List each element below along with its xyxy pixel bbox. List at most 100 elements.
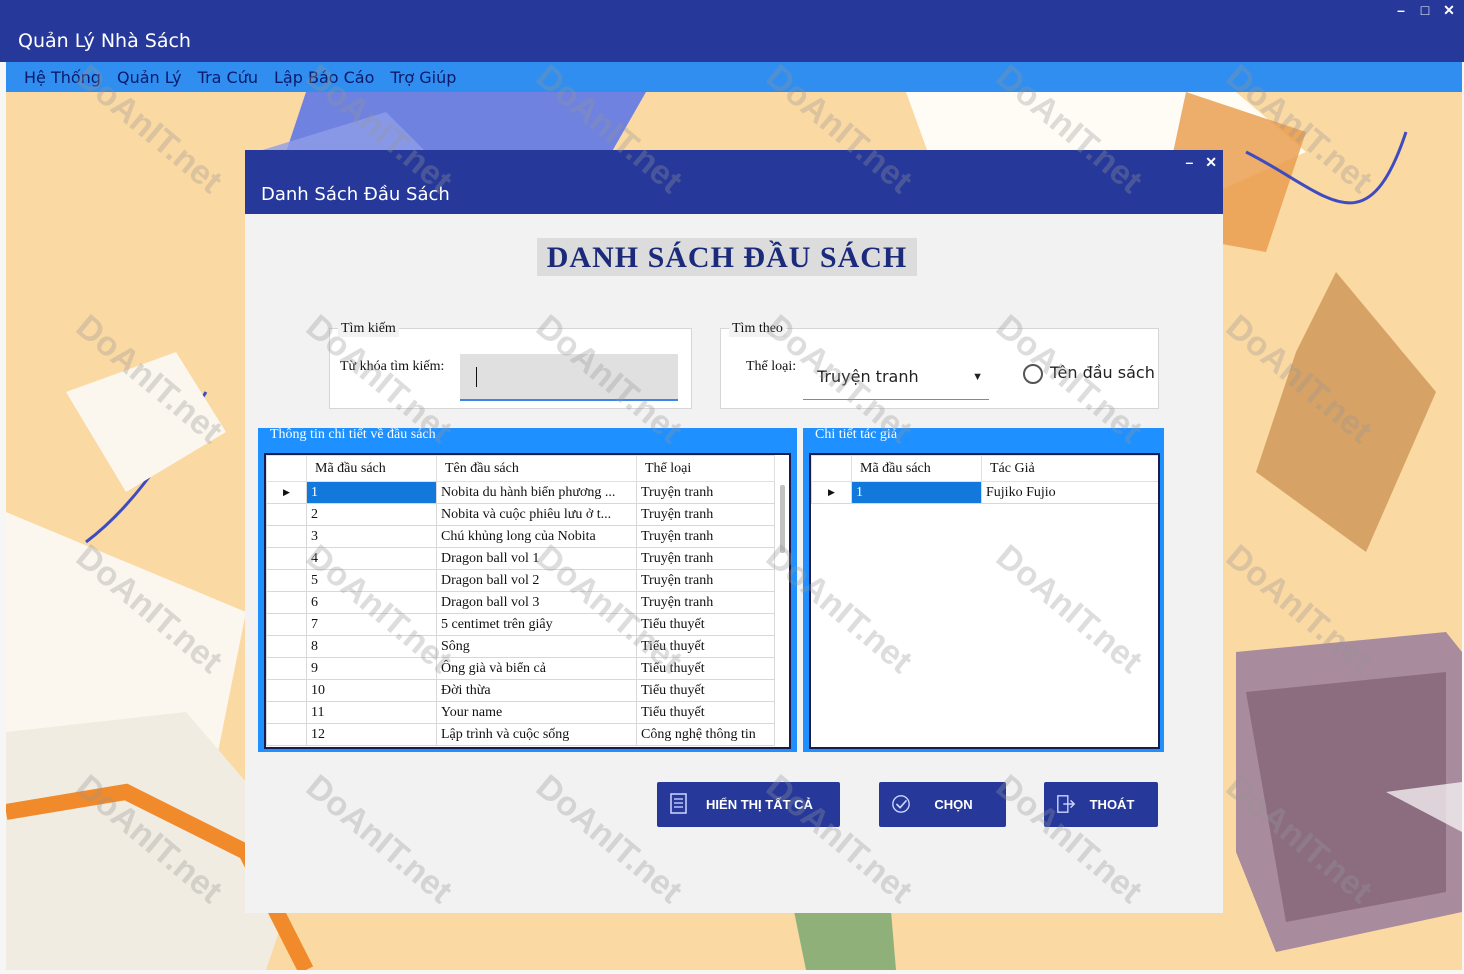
menu-he-thong[interactable]: Hệ Thống [24,68,101,87]
table-cell[interactable]: Fujiko Fujio [981,481,1158,504]
category-combobox[interactable]: Truyện tranh ▼ [803,359,989,400]
row-header[interactable] [266,657,307,680]
table-cell[interactable]: Tiểu thuyết [636,679,775,702]
row-header[interactable] [266,701,307,724]
row-header[interactable] [266,525,307,548]
table-cell[interactable]: Lập trình và cuộc sống [436,723,637,746]
book-name-radio-label[interactable]: Tên đầu sách [1050,363,1155,382]
table-cell[interactable]: 3 [306,525,437,548]
books-grid[interactable]: Mã đầu sách Tên đầu sách Thể loại ▶ 1 Nobi… [264,453,791,749]
table-cell[interactable]: 8 [306,635,437,658]
table-cell[interactable]: 11 [306,701,437,724]
choose-button[interactable]: CHỌN [879,782,1006,827]
table-cell[interactable]: Truyện tranh [636,547,775,570]
table-cell[interactable]: 5 [306,569,437,592]
table-row[interactable]: 2 Nobita và cuộc phiêu lưu ở t... Truyện t… [266,503,775,526]
table-row[interactable]: ▶ 1 Nobita du hành biển phương ... Truyện t… [266,481,775,504]
table-cell[interactable]: 5 centimet trên giây [436,613,637,636]
authors-grid[interactable]: Mã đầu sách Tác Giả ▶ 1 Fujiko Fujio [809,453,1160,749]
table-cell[interactable]: 10 [306,679,437,702]
table-row[interactable]: 8 Sông Tiểu thuyết [266,635,775,658]
col-author-name[interactable]: Tác Giả [981,455,1158,482]
search-label: Từ khóa tìm kiếm: [340,359,445,374]
row-header[interactable] [266,635,307,658]
row-header[interactable] [266,679,307,702]
table-cell[interactable]: Công nghệ thông tin [636,723,775,746]
table-cell[interactable]: Tiểu thuyết [636,635,775,658]
row-header[interactable] [266,613,307,636]
table-cell[interactable]: 12 [306,723,437,746]
table-row[interactable]: 10 Đời thừa Tiểu thuyết [266,679,775,702]
table-cell[interactable]: Dragon ball vol 1 [436,547,637,570]
authors-group-legend: Chi tiết tác giả [815,427,898,442]
menu-tro-giup[interactable]: Trợ Giúp [390,68,456,87]
menu-lap-bao-cao[interactable]: Lập Báo Cáo [274,68,374,87]
close-icon[interactable]: ✕ [1442,2,1456,18]
table-cell[interactable]: Sông [436,635,637,658]
minimize-icon[interactable]: – [1394,2,1408,18]
col-category[interactable]: Thể loại [636,455,775,482]
row-header[interactable] [266,547,307,570]
books-group: Thông tin chi tiết về đầu sách Mã đầu sá… [258,427,797,752]
table-row[interactable]: 4 Dragon ball vol 1 Truyện tranh [266,547,775,570]
book-name-radio[interactable] [1023,364,1043,384]
table-cell[interactable]: Chú khủng long của Nobita [436,525,637,548]
table-cell[interactable]: 9 [306,657,437,680]
dialog-minimize-icon[interactable]: – [1185,154,1193,171]
table-cell[interactable]: Tiểu thuyết [636,701,775,724]
table-cell[interactable]: Truyện tranh [636,569,775,592]
table-cell[interactable]: 2 [306,503,437,526]
row-header[interactable] [266,723,307,746]
show-all-button[interactable]: HIỂN THỊ TẤT CẢ [657,782,840,827]
table-row[interactable]: 5 Dragon ball vol 2 Truyện tranh [266,569,775,592]
table-row[interactable]: 9 Ông già và biển cả Tiểu thuyết [266,657,775,680]
table-cell[interactable]: Dragon ball vol 3 [436,591,637,614]
table-row[interactable]: ▶ 1 Fujiko Fujio [811,481,1158,504]
table-row[interactable]: 6 Dragon ball vol 3 Truyện tranh [266,591,775,614]
table-row[interactable]: 3 Chú khủng long của Nobita Truyện tranh [266,525,775,548]
current-row-arrow-icon[interactable]: ▶ [266,481,307,504]
table-cell[interactable]: 6 [306,591,437,614]
table-cell[interactable]: Đời thừa [436,679,637,702]
table-cell[interactable]: Dragon ball vol 2 [436,569,637,592]
dialog-close-icon[interactable]: ✕ [1205,154,1217,171]
row-header[interactable] [266,569,307,592]
search-input[interactable] [460,354,678,401]
menu-tra-cuu[interactable]: Tra Cứu [198,68,258,87]
table-cell[interactable]: 7 [306,613,437,636]
text-caret [476,367,477,387]
table-cell[interactable]: Ông già và biển cả [436,657,637,680]
row-header[interactable] [266,503,307,526]
books-scrollbar[interactable] [780,485,785,553]
table-cell[interactable]: 1 [851,481,982,504]
menu-quan-ly[interactable]: Quản Lý [117,68,182,87]
books-header-row: Mã đầu sách Tên đầu sách Thể loại [266,455,775,482]
table-cell[interactable]: Tiểu thuyết [636,613,775,636]
table-cell[interactable]: 4 [306,547,437,570]
table-cell[interactable]: Truyện tranh [636,591,775,614]
chevron-down-icon: ▼ [972,371,983,383]
col-author-book-id[interactable]: Mã đầu sách [851,455,982,482]
col-book-id[interactable]: Mã đầu sách [306,455,437,482]
books-group-legend: Thông tin chi tiết về đầu sách [270,427,436,442]
table-cell[interactable]: Your name [436,701,637,724]
search-group: Tìm kiếm Từ khóa tìm kiếm: [329,321,692,409]
table-row[interactable]: 12 Lập trình và cuộc sống Công nghệ thông … [266,723,775,746]
col-book-name[interactable]: Tên đầu sách [436,455,637,482]
table-cell[interactable]: 1 [306,481,437,504]
current-row-arrow-icon[interactable]: ▶ [811,481,852,504]
exit-button[interactable]: THOÁT [1044,782,1158,827]
table-cell[interactable]: Nobita du hành biển phương ... [436,481,637,504]
table-cell[interactable]: Truyện tranh [636,525,775,548]
dialog-controls: – ✕ [1185,154,1217,171]
table-cell[interactable]: Truyện tranh [636,481,775,504]
table-cell[interactable]: Truyện tranh [636,503,775,526]
table-row[interactable]: 75 centimet trên giây Tiểu thuyết [266,613,775,636]
row-header[interactable] [266,591,307,614]
page-heading: DANH SÁCH ĐẦU SÁCH [537,238,917,276]
maximize-icon[interactable]: □ [1418,2,1432,18]
table-cell[interactable]: Nobita và cuộc phiêu lưu ở t... [436,503,637,526]
table-cell[interactable]: Tiểu thuyết [636,657,775,680]
search-group-legend: Tìm kiếm [338,321,399,337]
table-row[interactable]: 11 Your name Tiểu thuyết [266,701,775,724]
